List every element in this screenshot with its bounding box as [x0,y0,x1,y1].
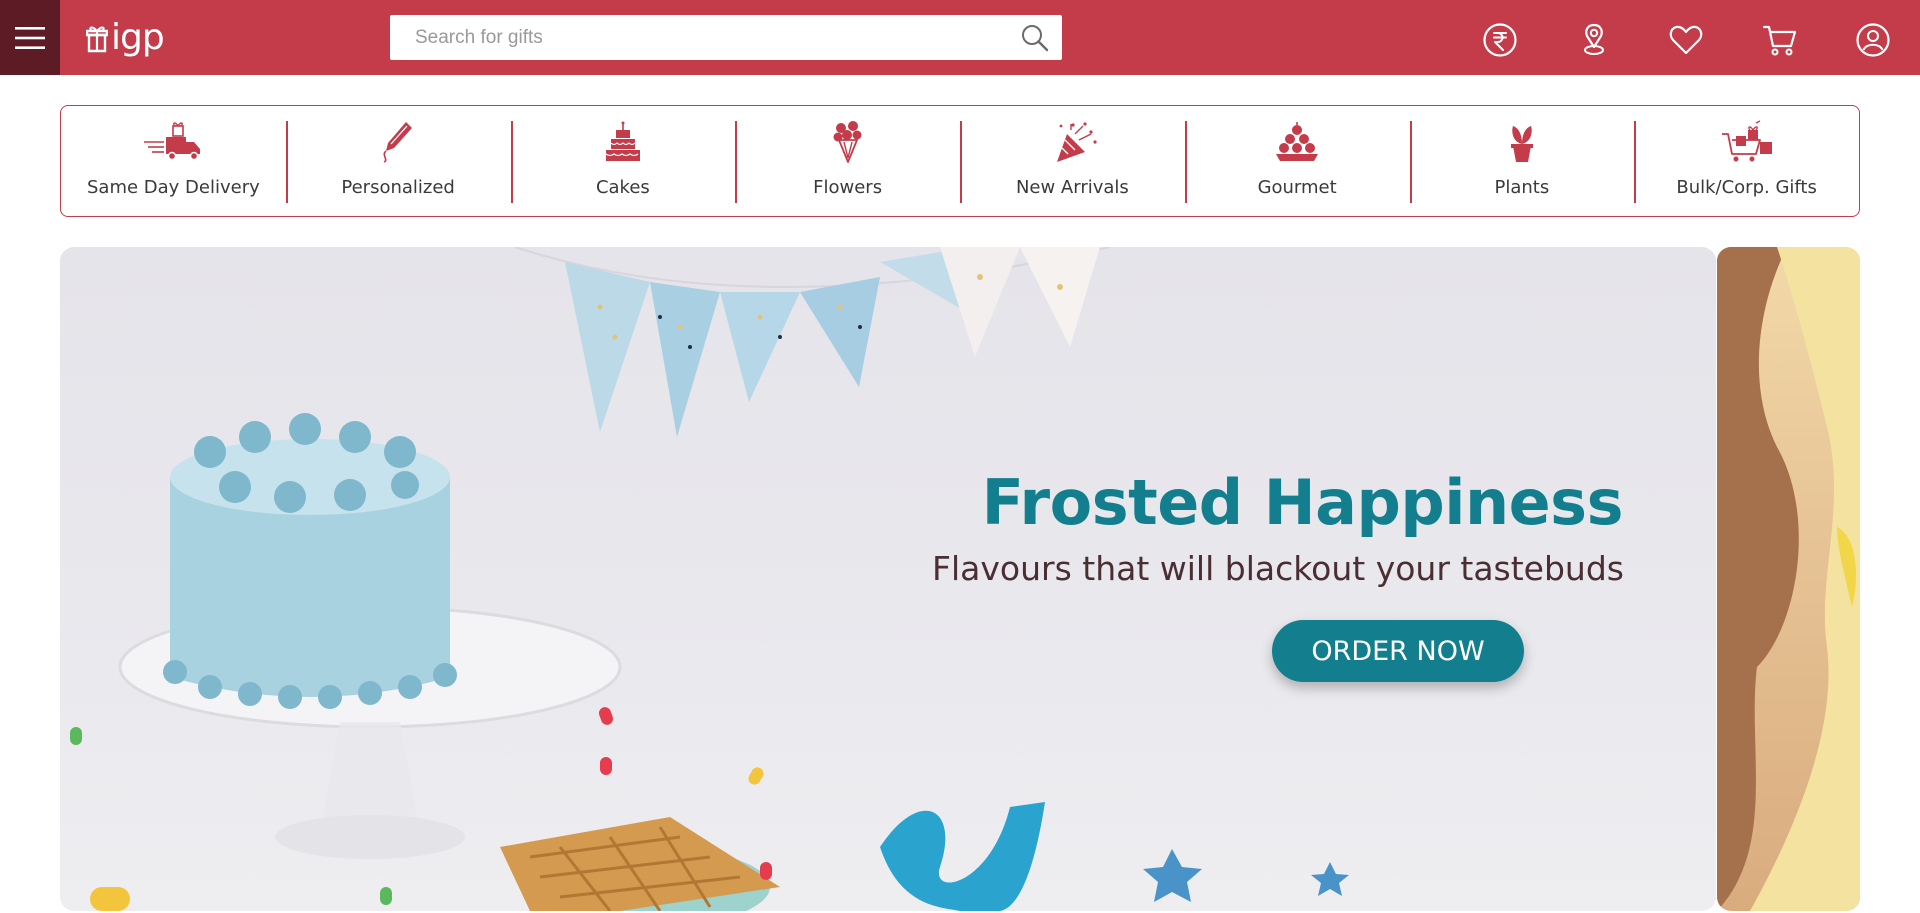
delivery-truck-icon [144,122,201,161]
category-plants[interactable]: Plants [1409,106,1635,216]
search-icon[interactable] [1020,23,1050,53]
category-label: Cakes [595,177,650,198]
bouquet-icon [833,121,862,163]
star-icon [1143,849,1202,902]
category-new-arrivals[interactable]: New Arrivals [960,106,1185,216]
menu-button[interactable] [0,0,60,75]
category-label: Plants [1494,177,1550,198]
star-icon [1311,862,1349,896]
party-popper-icon [1057,122,1097,162]
ribbon-icon [880,802,1045,911]
category-label: Flowers [813,177,883,198]
next-banner-preview[interactable] [1717,247,1860,911]
category-label: Same Day Delivery [86,177,260,198]
category-same-day-delivery[interactable]: Same Day Delivery [61,106,286,216]
hero-banner[interactable]: Frosted Happiness Flavours that will bla… [60,247,1716,911]
category-label: Personalized [341,177,455,198]
order-now-button[interactable]: ORDER NOW [1272,620,1524,682]
banner-subheadline: Flavours that will blackout your tastebu… [932,549,1624,588]
banner-headline: Frosted Happiness [981,466,1624,539]
category-gourmet[interactable]: Gourmet [1184,106,1410,216]
search-input[interactable] [390,16,990,59]
waffle-icon [500,817,780,911]
gift-logo-icon [86,26,108,53]
category-bulk-corp-gifts[interactable]: Bulk/Corp. Gifts [1634,106,1859,216]
menu-icon [15,26,45,49]
cake-icon [605,121,640,161]
category-label: Bulk/Corp. Gifts [1676,177,1817,198]
category-label: New Arrivals [1015,177,1129,198]
bunting-flags-icon [514,247,1111,437]
search-box[interactable] [390,15,1062,60]
heart-icon[interactable] [1668,22,1704,58]
category-strip: Same Day Delivery Personalized Cakes Flo… [60,105,1860,217]
gift-cart-icon [1721,120,1772,162]
category-personalized[interactable]: Personalized [285,106,511,216]
cake-icon [163,413,457,709]
currency-rupee-icon[interactable] [1482,22,1518,58]
cart-icon[interactable] [1762,22,1798,58]
location-pin-icon[interactable] [1576,22,1612,58]
category-flowers[interactable]: Flowers [735,106,960,216]
category-cakes[interactable]: Cakes [510,106,736,216]
plant-icon [1510,126,1533,162]
pencil-icon [383,122,413,163]
top-header: igp [0,0,1920,75]
igp-logo[interactable]: igp [86,17,165,59]
account-icon[interactable] [1855,22,1891,58]
next-banner-image [1717,247,1860,911]
sweets-icon [1276,122,1319,161]
category-label: Gourmet [1257,177,1337,198]
logo-text: igp [111,17,165,58]
